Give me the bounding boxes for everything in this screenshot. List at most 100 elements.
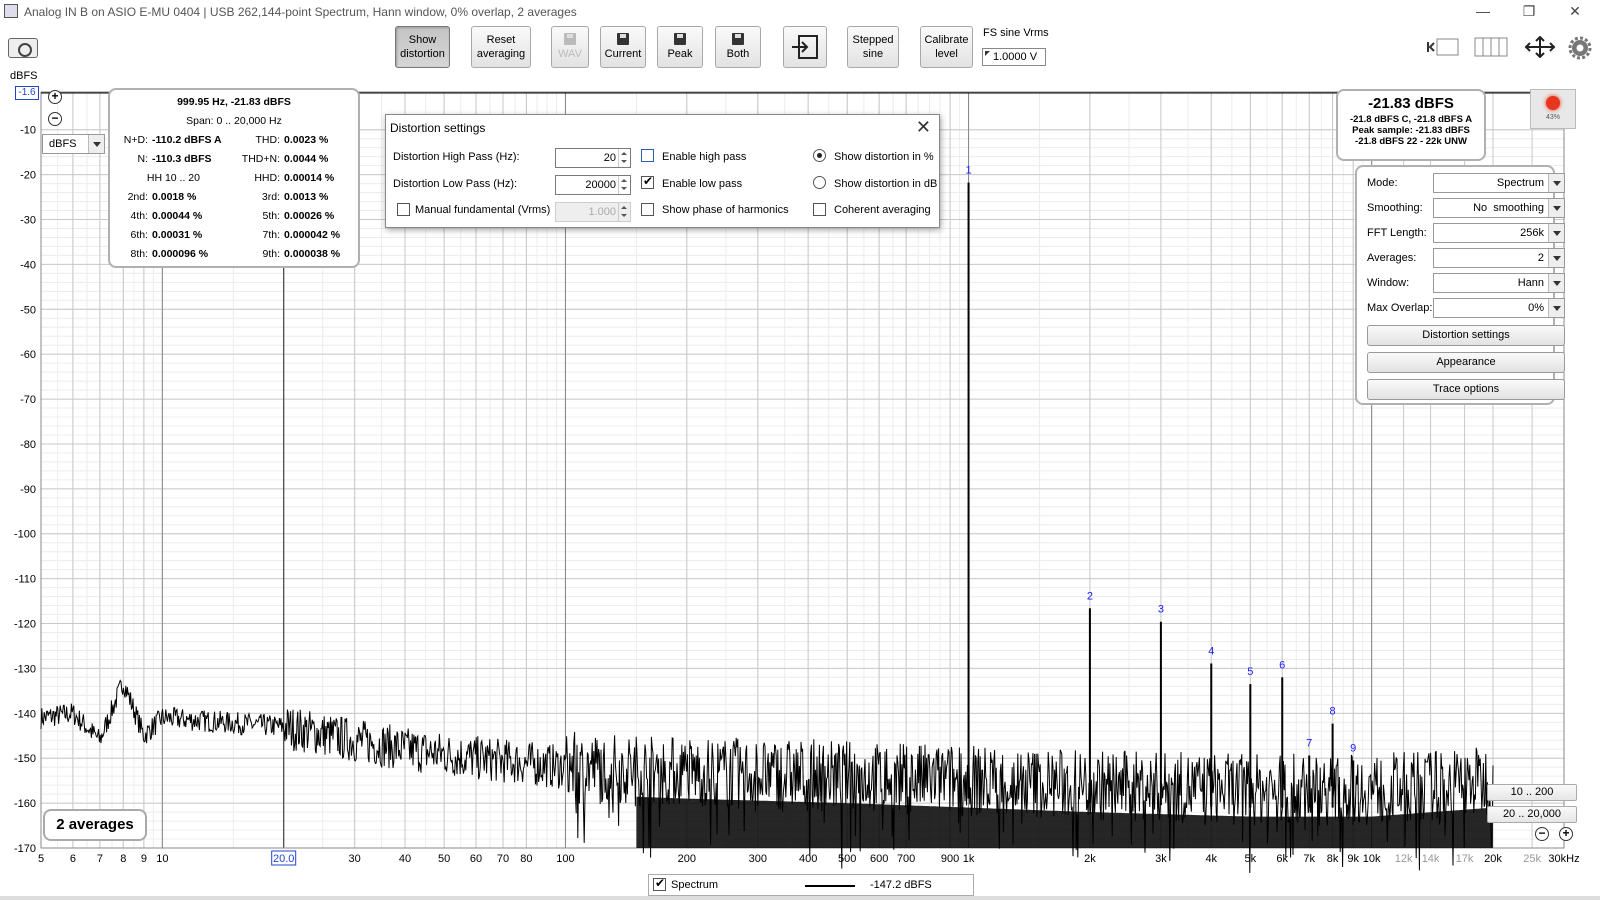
smoothing-select[interactable]: No smoothing bbox=[1433, 198, 1565, 218]
enable-low-pass-checkbox[interactable] bbox=[641, 174, 654, 189]
trace-options-button[interactable]: Trace options bbox=[1367, 379, 1565, 400]
show-percent-radio[interactable] bbox=[813, 149, 826, 162]
y-tick-label: -120 bbox=[14, 619, 36, 631]
show-db-radio[interactable] bbox=[813, 176, 826, 189]
readout-span: Span: 0 .. 20,000 Hz bbox=[186, 115, 282, 127]
x-tick-label: 400 bbox=[799, 853, 817, 865]
readout-cell: 0.0018 % bbox=[152, 191, 197, 203]
show-db-label: Show distortion in dB bbox=[834, 178, 938, 190]
readout-cell: 6th: bbox=[130, 229, 148, 241]
spinner-icon[interactable] bbox=[618, 176, 630, 194]
x-tick-label: 100 bbox=[556, 853, 574, 865]
readout-cell: 0.000038 % bbox=[284, 248, 341, 260]
x-zoom-in-icon[interactable]: + bbox=[1559, 827, 1573, 841]
spectrum-trace bbox=[40, 679, 1494, 874]
x-tick-label: 3k bbox=[1155, 853, 1167, 865]
spectrum-visible-checkbox[interactable] bbox=[653, 876, 666, 891]
level-line-2: Peak sample: -21.83 dBFS bbox=[1352, 125, 1470, 136]
manual-fundamental-input[interactable]: 1.000 bbox=[555, 202, 631, 222]
enable-high-pass-label: Enable high pass bbox=[662, 151, 747, 163]
x-tick-label: 10 bbox=[156, 853, 168, 865]
readout-header: 999.95 Hz, -21.83 dBFS bbox=[177, 96, 291, 108]
record-percent: 43% bbox=[1545, 114, 1560, 121]
x-tick-label: 40 bbox=[399, 853, 411, 865]
chevron-down-icon bbox=[1548, 199, 1564, 217]
x-tick-label: 9 bbox=[141, 853, 147, 865]
coherent-averaging-checkbox[interactable] bbox=[813, 203, 826, 216]
x-tick-label: 60 bbox=[470, 853, 482, 865]
readout-cell: HHD: bbox=[254, 172, 280, 184]
chevron-down-icon bbox=[1548, 224, 1564, 242]
x-tick-label: 14k bbox=[1422, 853, 1440, 865]
high-pass-input[interactable]: 20 bbox=[555, 148, 631, 168]
show-phase-checkbox[interactable] bbox=[641, 203, 654, 216]
harmonic-label-7: 7 bbox=[1306, 738, 1312, 750]
distortion-settings-dialog: Distortion settings ✕ Distortion High Pa… bbox=[385, 114, 940, 228]
x-tick-label: 300 bbox=[749, 853, 767, 865]
chevron-down-icon bbox=[1548, 174, 1564, 192]
y-tick-label: -170 bbox=[14, 843, 36, 855]
x-tick-label: 900 bbox=[941, 853, 959, 865]
y-tick-label: -10 bbox=[20, 125, 36, 137]
window-select[interactable]: Hann bbox=[1433, 273, 1565, 293]
low-pass-label: Distortion Low Pass (Hz): bbox=[393, 178, 518, 190]
spinner-icon[interactable] bbox=[618, 149, 630, 167]
readout-cell: 5th: bbox=[262, 210, 280, 222]
horizontal-scrollbar[interactable] bbox=[0, 896, 1600, 900]
readout-cell: 0.00044 % bbox=[152, 210, 203, 222]
close-icon[interactable]: ✕ bbox=[916, 117, 931, 138]
appearance-button[interactable]: Appearance bbox=[1367, 352, 1565, 373]
y-top-value[interactable]: -1.6 bbox=[15, 86, 39, 100]
manual-fundamental-label: Manual fundamental (Vrms) bbox=[415, 204, 551, 216]
x-tick-label: 20.0 bbox=[273, 853, 294, 865]
y-tick-label: -50 bbox=[20, 304, 36, 316]
x-tick-label: 6 bbox=[70, 853, 76, 865]
chevron-down-icon bbox=[88, 135, 104, 153]
coherent-averaging-label: Coherent averaging bbox=[834, 204, 931, 216]
x-tick-label: 200 bbox=[678, 853, 696, 865]
level-readout: -21.83 dBFS -21.8 dBFS C, -21.8 dBFS A P… bbox=[1336, 89, 1486, 161]
level-line-1: -21.8 dBFS C, -21.8 dBFS A bbox=[1349, 114, 1473, 125]
readout-cell: 0.000096 % bbox=[152, 248, 209, 260]
y-tick-label: -40 bbox=[20, 259, 36, 271]
zoom-out-icon[interactable]: − bbox=[48, 112, 62, 126]
y-unit-label: dBFS bbox=[10, 70, 38, 82]
x-tick-label: 50 bbox=[438, 853, 450, 865]
y-tick-label: -130 bbox=[14, 663, 36, 675]
manual-fundamental-checkbox[interactable] bbox=[397, 203, 410, 216]
readout-cell: 9th: bbox=[262, 248, 280, 260]
readout-cell: 0.00014 % bbox=[284, 172, 335, 184]
averages-label: Averages: bbox=[1367, 252, 1417, 264]
harmonic-label-9: 9 bbox=[1350, 742, 1356, 754]
smoothing-label: Smoothing: bbox=[1367, 202, 1423, 214]
readout-cell: N: bbox=[137, 153, 149, 165]
zoom-in-icon[interactable]: + bbox=[48, 90, 62, 104]
harmonic-label-5: 5 bbox=[1247, 666, 1253, 678]
readout-cell: -110.3 dBFS bbox=[152, 153, 212, 165]
range-20-20000-button[interactable]: 20 .. 20,000 bbox=[1487, 806, 1577, 823]
mode-label: Mode: bbox=[1367, 177, 1398, 189]
x-tick-label: 5 bbox=[38, 853, 44, 865]
range-10-200-button[interactable]: 10 .. 200 bbox=[1487, 784, 1577, 801]
harmonic-label-3: 3 bbox=[1158, 604, 1164, 616]
record-button[interactable]: 43% bbox=[1530, 89, 1576, 129]
readout-cell: 3rd: bbox=[261, 191, 280, 203]
x-zoom-out-icon[interactable]: − bbox=[1535, 827, 1549, 841]
distortion-settings-button[interactable]: Distortion settings bbox=[1367, 325, 1565, 346]
x-tick-label: 9k bbox=[1347, 853, 1359, 865]
unit-select[interactable]: dBFS bbox=[42, 134, 105, 154]
enable-low-pass-label: Enable low pass bbox=[662, 178, 743, 190]
enable-high-pass-checkbox[interactable] bbox=[641, 149, 654, 162]
x-tick-label: 6k bbox=[1276, 853, 1288, 865]
max-overlap-select[interactable]: 0% bbox=[1433, 298, 1565, 318]
mode-select[interactable]: Spectrum bbox=[1433, 173, 1565, 193]
fft-length-select[interactable]: 256k bbox=[1433, 223, 1565, 243]
y-tick-label: -110 bbox=[15, 574, 36, 586]
show-percent-label: Show distortion in % bbox=[834, 151, 934, 163]
low-pass-input[interactable]: 20000 bbox=[555, 175, 631, 195]
averages-select[interactable]: 2 bbox=[1433, 248, 1565, 268]
dialog-title: Distortion settings bbox=[390, 121, 486, 135]
readout-cell: 8th: bbox=[130, 248, 148, 260]
x-tick-label: 1k bbox=[963, 853, 975, 865]
spinner-icon[interactable] bbox=[618, 203, 630, 221]
